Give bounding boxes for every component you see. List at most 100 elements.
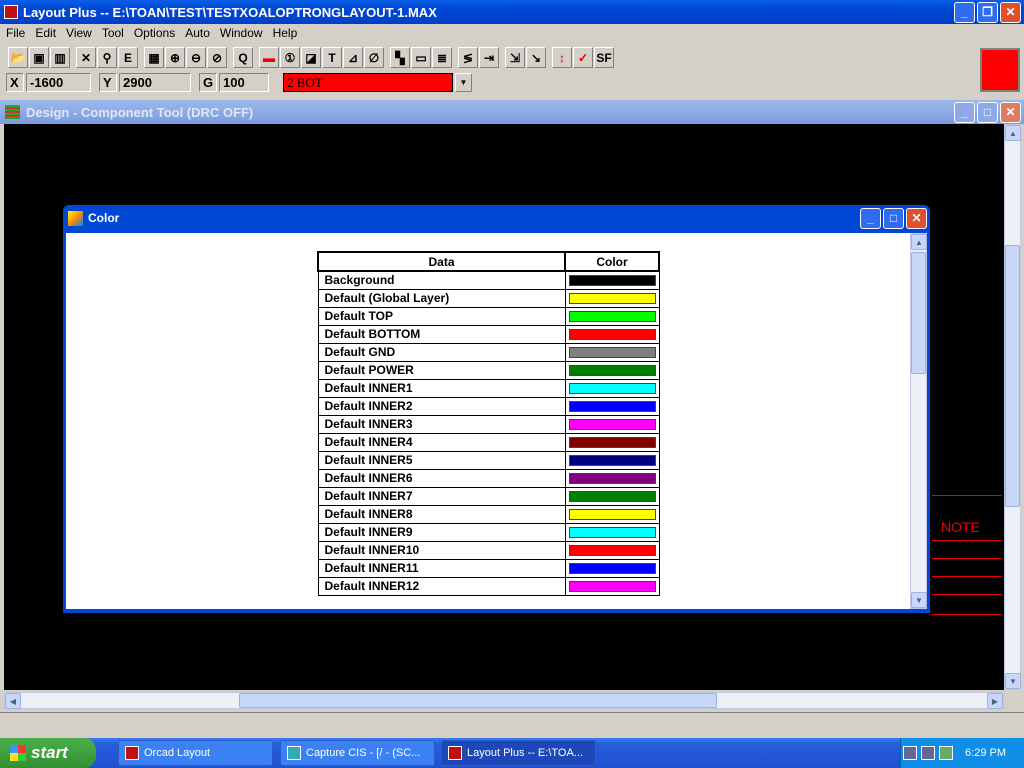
menu-edit[interactable]: Edit [35, 26, 56, 40]
shove-icon[interactable]: ⇥ [479, 47, 499, 68]
color-dialog-scrollbar[interactable]: ▲ ▼ [910, 233, 927, 609]
color-swatch-cell[interactable] [564, 540, 660, 560]
color-swatch[interactable] [568, 328, 656, 340]
horizontal-scroll-thumb[interactable] [239, 693, 717, 708]
color-swatch[interactable] [568, 382, 656, 394]
color-swatch-cell[interactable] [564, 270, 660, 290]
design-minimize-button[interactable]: _ [954, 101, 975, 123]
color-swatch[interactable] [568, 436, 656, 448]
color-row[interactable]: Default INNER10 [317, 540, 660, 560]
vertical-scroll-thumb[interactable] [1005, 245, 1020, 507]
color-swatch-cell[interactable] [564, 342, 660, 362]
start-button[interactable]: start [0, 738, 96, 768]
color-swatch-cell[interactable] [564, 378, 660, 398]
color-row[interactable]: Default INNER12 [317, 576, 660, 596]
grid-icon[interactable]: ▦ [144, 47, 164, 68]
pin-icon[interactable]: ① [280, 47, 300, 68]
zoom-all-icon[interactable]: ⊘ [207, 47, 227, 68]
menu-tool[interactable]: Tool [102, 26, 124, 40]
auto-path-icon[interactable]: ↘ [526, 47, 546, 68]
layer-select[interactable]: 2 BOT [283, 73, 453, 92]
menu-auto[interactable]: Auto [185, 26, 210, 40]
drc-box-icon[interactable]: ▭ [411, 47, 431, 68]
color-swatch[interactable] [568, 400, 656, 412]
zoom-out-icon[interactable]: ⊖ [186, 47, 206, 68]
color-maximize-button[interactable]: □ [883, 207, 904, 229]
color-swatch-cell[interactable] [564, 360, 660, 380]
color-swatch[interactable] [568, 274, 656, 286]
color-swatch-cell[interactable] [564, 522, 660, 542]
menu-help[interactable]: Help [273, 26, 298, 40]
color-close-button[interactable]: ✕ [906, 207, 927, 229]
color-swatch[interactable] [568, 580, 656, 592]
color-row[interactable]: Default POWER [317, 360, 660, 380]
taskbar-item-orcad-layout[interactable]: Orcad Layout [118, 740, 273, 766]
component-icon[interactable]: ▬ [259, 47, 279, 68]
library-icon[interactable]: ▥ [50, 47, 70, 68]
color-row[interactable]: Default INNER9 [317, 522, 660, 542]
layer-dropdown-arrow[interactable]: ▼ [455, 73, 472, 92]
taskbar-item-layout-plus[interactable]: Layout Plus -- E:\TOA... [441, 740, 596, 766]
network-icon[interactable] [921, 746, 936, 760]
color-swatch-cell[interactable] [564, 558, 660, 578]
design-horizontal-scrollbar[interactable]: ◀ ▶ [4, 692, 1004, 709]
close-button[interactable]: ✕ [1000, 1, 1021, 23]
delete-icon[interactable]: ✕ [76, 47, 96, 68]
color-row[interactable]: Default INNER1 [317, 378, 660, 398]
edit-icon[interactable]: E [118, 47, 138, 68]
menu-window[interactable]: Window [220, 26, 263, 40]
color-swatch[interactable] [568, 508, 656, 520]
color-swatch[interactable] [568, 292, 656, 304]
color-swatch[interactable] [568, 472, 656, 484]
text-icon[interactable]: T [322, 47, 342, 68]
connection-icon[interactable]: ⊿ [343, 47, 363, 68]
menu-view[interactable]: View [66, 26, 92, 40]
color-row[interactable]: Default (Global Layer) [317, 288, 660, 308]
color-row[interactable]: Default INNER5 [317, 450, 660, 470]
error-icon[interactable]: ∅ [364, 47, 384, 68]
color-swatch-cell[interactable] [564, 450, 660, 470]
minimize-button[interactable]: _ [954, 1, 975, 23]
reconnect-icon[interactable]: ⇲ [505, 47, 525, 68]
color-swatch-cell[interactable] [564, 324, 660, 344]
color-swatch[interactable] [568, 490, 656, 502]
color-swatch[interactable] [568, 562, 656, 574]
color-icon[interactable]: ▚ [390, 47, 410, 68]
color-row[interactable]: Default INNER7 [317, 486, 660, 506]
color-scroll-thumb[interactable] [911, 252, 926, 374]
color-swatch-cell[interactable] [564, 396, 660, 416]
obstacle-icon[interactable]: ◪ [301, 47, 321, 68]
zoom-in-icon[interactable]: ⊕ [165, 47, 185, 68]
design-close-button[interactable]: ✕ [1000, 101, 1021, 123]
color-row[interactable]: Default INNER8 [317, 504, 660, 524]
color-swatch-cell[interactable] [564, 432, 660, 452]
color-swatch-cell[interactable] [564, 306, 660, 326]
color-row[interactable]: Background [317, 270, 660, 290]
menu-options[interactable]: Options [134, 26, 175, 40]
route-icon[interactable]: ≶ [458, 47, 478, 68]
color-row[interactable]: Default INNER3 [317, 414, 660, 434]
color-minimize-button[interactable]: _ [860, 207, 881, 229]
color-swatch[interactable] [568, 346, 656, 358]
color-swatch[interactable] [568, 418, 656, 430]
color-swatch-cell[interactable] [564, 414, 660, 434]
color-row[interactable]: Default INNER4 [317, 432, 660, 452]
color-swatch[interactable] [568, 526, 656, 538]
color-swatch-cell[interactable] [564, 288, 660, 308]
users-icon[interactable] [939, 746, 954, 760]
open-icon[interactable]: 📂 [8, 47, 28, 68]
taskbar-item-capture-cis[interactable]: Capture CIS - [/ - (SC... [280, 740, 435, 766]
color-swatch[interactable] [568, 454, 656, 466]
save-icon[interactable]: ▣ [29, 47, 49, 68]
find-icon[interactable]: ⚲ [97, 47, 117, 68]
color-swatch-cell[interactable] [564, 468, 660, 488]
restore-button[interactable]: ❐ [977, 1, 998, 23]
color-row[interactable]: Default INNER11 [317, 558, 660, 578]
color-swatch[interactable] [568, 310, 656, 322]
query-icon[interactable]: Q [233, 47, 253, 68]
color-swatch-cell[interactable] [564, 504, 660, 524]
color-swatch[interactable] [568, 544, 656, 556]
color-row[interactable]: Default BOTTOM [317, 324, 660, 344]
color-swatch-cell[interactable] [564, 576, 660, 596]
spreadsheet-icon[interactable]: ≣ [432, 47, 452, 68]
